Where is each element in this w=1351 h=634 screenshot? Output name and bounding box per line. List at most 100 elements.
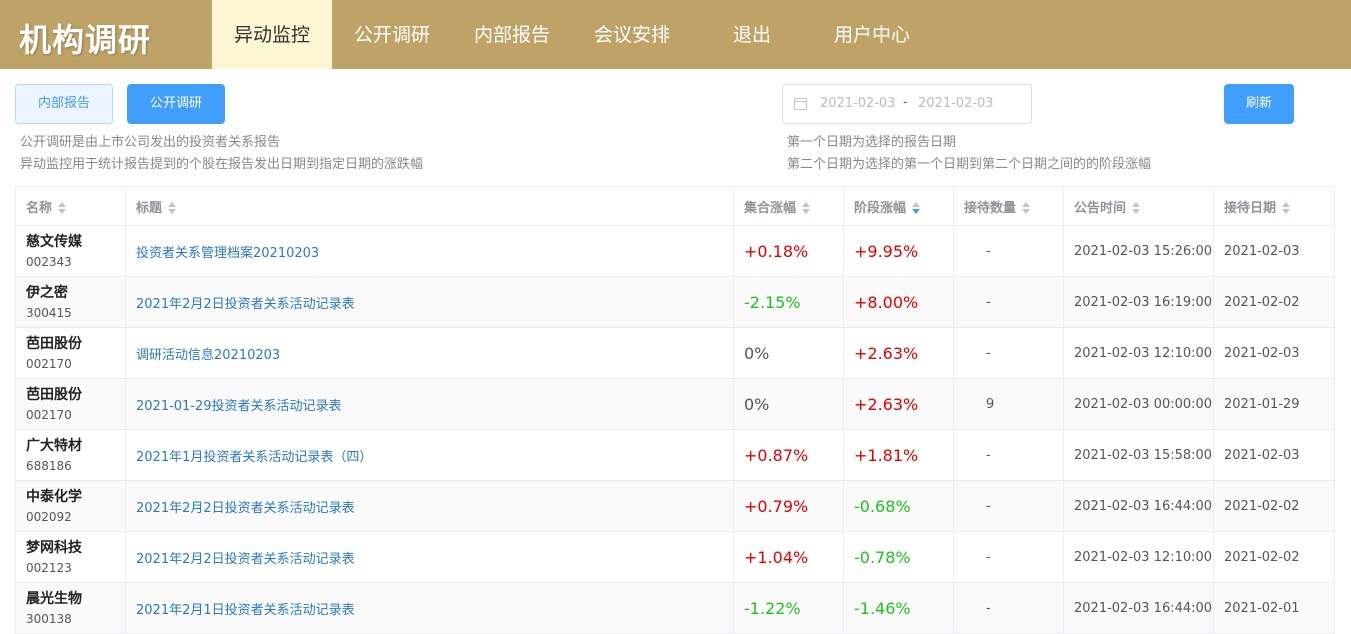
sort-caret-icon[interactable] (912, 202, 921, 214)
auction-change-cell: +0.18% (733, 225, 844, 277)
report-title-link[interactable]: 2021年2月2日投资者关系活动记录表 (136, 297, 355, 312)
stage-change-cell: +8.00% (843, 276, 954, 328)
stock-code: 300415 (26, 306, 72, 320)
stock-name: 芭田股份 (26, 387, 82, 403)
auction-change-value: 0% (744, 343, 770, 363)
note-anomaly-monitor: 异动监控用于统计报告提到的个股在报告发出日期到指定日期的涨跌幅 (20, 157, 424, 172)
visit-date-cell: 2021-01-29 (1213, 378, 1335, 430)
research-table: 名称 标题 集合涨幅 阶段涨幅 接待数量 公告时间 接待日期 慈文传媒 00234… (15, 186, 1335, 634)
visit-count-cell: - (953, 429, 1064, 481)
stock-code: 300138 (26, 612, 72, 626)
stage-change-value: +1.81% (854, 445, 919, 465)
stock-name: 梦网科技 (26, 540, 82, 556)
note-public-research: 公开调研是由上市公司发出的投资者关系报告 (20, 135, 281, 150)
stage-change-value: +2.63% (854, 343, 919, 363)
stock-cell: 晨光生物 300138 (15, 582, 126, 634)
auction-change-value: +0.79% (744, 496, 809, 516)
title-cell: 2021年2月1日投资者关系活动记录表 (125, 582, 734, 634)
stock-cell: 慈文传媒 002343 (15, 225, 126, 277)
internal-report-button[interactable]: 内部报告 (15, 84, 113, 124)
stock-cell: 梦网科技 002123 (15, 531, 126, 583)
stock-cell: 广大特材 688186 (15, 429, 126, 481)
refresh-button[interactable]: 刷新 (1224, 84, 1294, 124)
title-cell: 2021年2月2日投资者关系活动记录表 (125, 276, 734, 328)
stock-code: 002092 (26, 510, 72, 524)
public-research-button[interactable]: 公开调研 (127, 84, 225, 124)
visit-count-cell: - (953, 225, 1064, 277)
visit-date-cell: 2021-02-02 (1213, 531, 1335, 583)
column-header-visit-count[interactable]: 接待数量 (953, 186, 1064, 226)
stage-change-cell: -0.78% (843, 531, 954, 583)
report-title-link[interactable]: 2021年2月2日投资者关系活动记录表 (136, 552, 355, 567)
table-row: 晨光生物 300138 2021年2月1日投资者关系活动记录表 -1.22% -1.46… (15, 582, 1335, 634)
date-range-picker[interactable]: 2021-02-03 - 2021-02-03 (782, 84, 1032, 124)
auction-change-value: +1.04% (744, 547, 809, 567)
auction-change-cell: +0.79% (733, 480, 844, 532)
report-title-link[interactable]: 2021年2月1日投资者关系活动记录表 (136, 603, 355, 618)
column-header-name[interactable]: 名称 (15, 186, 126, 226)
stage-change-value: -0.68% (854, 496, 911, 516)
column-header-stage-change[interactable]: 阶段涨幅 (843, 186, 954, 226)
date-range-separator: - (903, 95, 908, 110)
stock-code: 002170 (26, 408, 72, 422)
report-title-link[interactable]: 2021-01-29投资者关系活动记录表 (136, 399, 342, 414)
visit-date-cell: 2021-02-02 (1213, 480, 1335, 532)
publish-time-cell: 2021-02-03 15:58:00 (1063, 429, 1214, 481)
nav-tab-internal-report[interactable]: 内部报告 (452, 0, 572, 69)
publish-time-cell: 2021-02-03 16:44:00 (1063, 480, 1214, 532)
sort-caret-icon[interactable] (168, 202, 177, 214)
date-start-input[interactable]: 2021-02-03 (820, 96, 896, 111)
column-header-visit-date[interactable]: 接待日期 (1213, 186, 1335, 226)
visit-date-cell: 2021-02-02 (1213, 276, 1335, 328)
report-title-link[interactable]: 2021年1月投资者关系活动记录表（四） (136, 450, 372, 465)
stage-change-cell: +2.63% (843, 327, 954, 379)
title-cell: 2021-01-29投资者关系活动记录表 (125, 378, 734, 430)
auction-change-value: +0.87% (744, 445, 809, 465)
stock-cell: 芭田股份 002170 (15, 327, 126, 379)
auction-change-cell: 0% (733, 378, 844, 430)
stage-change-cell: +1.81% (843, 429, 954, 481)
visit-count-cell: - (953, 327, 1064, 379)
sort-caret-icon[interactable] (1132, 202, 1141, 214)
sort-caret-icon[interactable] (1282, 202, 1291, 214)
report-title-link[interactable]: 调研活动信息20210203 (136, 348, 280, 363)
stock-code: 002343 (26, 255, 72, 269)
date-end-input[interactable]: 2021-02-03 (918, 96, 994, 111)
column-header-title[interactable]: 标题 (125, 186, 734, 226)
visit-count-cell: 9 (953, 378, 1064, 430)
stock-name: 慈文传媒 (26, 234, 82, 250)
column-header-auction-change[interactable]: 集合涨幅 (733, 186, 844, 226)
auction-change-cell: +0.87% (733, 429, 844, 481)
sort-caret-icon[interactable] (58, 202, 67, 214)
nav-tab-public-research[interactable]: 公开调研 (332, 0, 452, 69)
stock-cell: 芭田股份 002170 (15, 378, 126, 430)
nav-tab-user-center[interactable]: 用户中心 (812, 0, 932, 69)
title-cell: 2021年2月2日投资者关系活动记录表 (125, 531, 734, 583)
report-title-link[interactable]: 2021年2月2日投资者关系活动记录表 (136, 501, 355, 516)
stock-code: 688186 (26, 459, 72, 473)
stage-change-cell: -1.46% (843, 582, 954, 634)
stock-code: 002123 (26, 561, 72, 575)
publish-time-cell: 2021-02-03 00:00:00 (1063, 378, 1214, 430)
sort-caret-icon[interactable] (1022, 202, 1031, 214)
auction-change-cell: -2.15% (733, 276, 844, 328)
table-row: 中泰化学 002092 2021年2月2日投资者关系活动记录表 +0.79% -0.68… (15, 480, 1335, 532)
table-row: 广大特材 688186 2021年1月投资者关系活动记录表（四） +0.87% +1.8… (15, 429, 1335, 481)
stock-name: 伊之密 (26, 285, 68, 301)
nav-tab-meeting-schedule[interactable]: 会议安排 (572, 0, 692, 69)
sort-caret-icon[interactable] (802, 202, 811, 214)
stage-change-value: +8.00% (854, 292, 919, 312)
auction-change-value: 0% (744, 394, 770, 414)
nav-tab-anomaly-monitor[interactable]: 异动监控 (212, 0, 332, 69)
publish-time-cell: 2021-02-03 16:19:00 (1063, 276, 1214, 328)
nav-tab-logout[interactable]: 退出 (692, 0, 812, 69)
stage-change-cell: +9.95% (843, 225, 954, 277)
app-logo: 机构调研 (19, 21, 152, 59)
visit-date-cell: 2021-02-03 (1213, 429, 1335, 481)
report-title-link[interactable]: 投资者关系管理档案20210203 (136, 246, 319, 261)
note-second-date: 第二个日期为选择的第一个日期到第二个日期之间的的阶段涨幅 (787, 157, 1152, 172)
visit-date-cell: 2021-02-03 (1213, 327, 1335, 379)
table-row: 慈文传媒 002343 投资者关系管理档案20210203 +0.18% +9.95% -… (15, 225, 1335, 277)
column-header-publish-time[interactable]: 公告时间 (1063, 186, 1214, 226)
auction-change-value: -1.22% (744, 598, 801, 618)
